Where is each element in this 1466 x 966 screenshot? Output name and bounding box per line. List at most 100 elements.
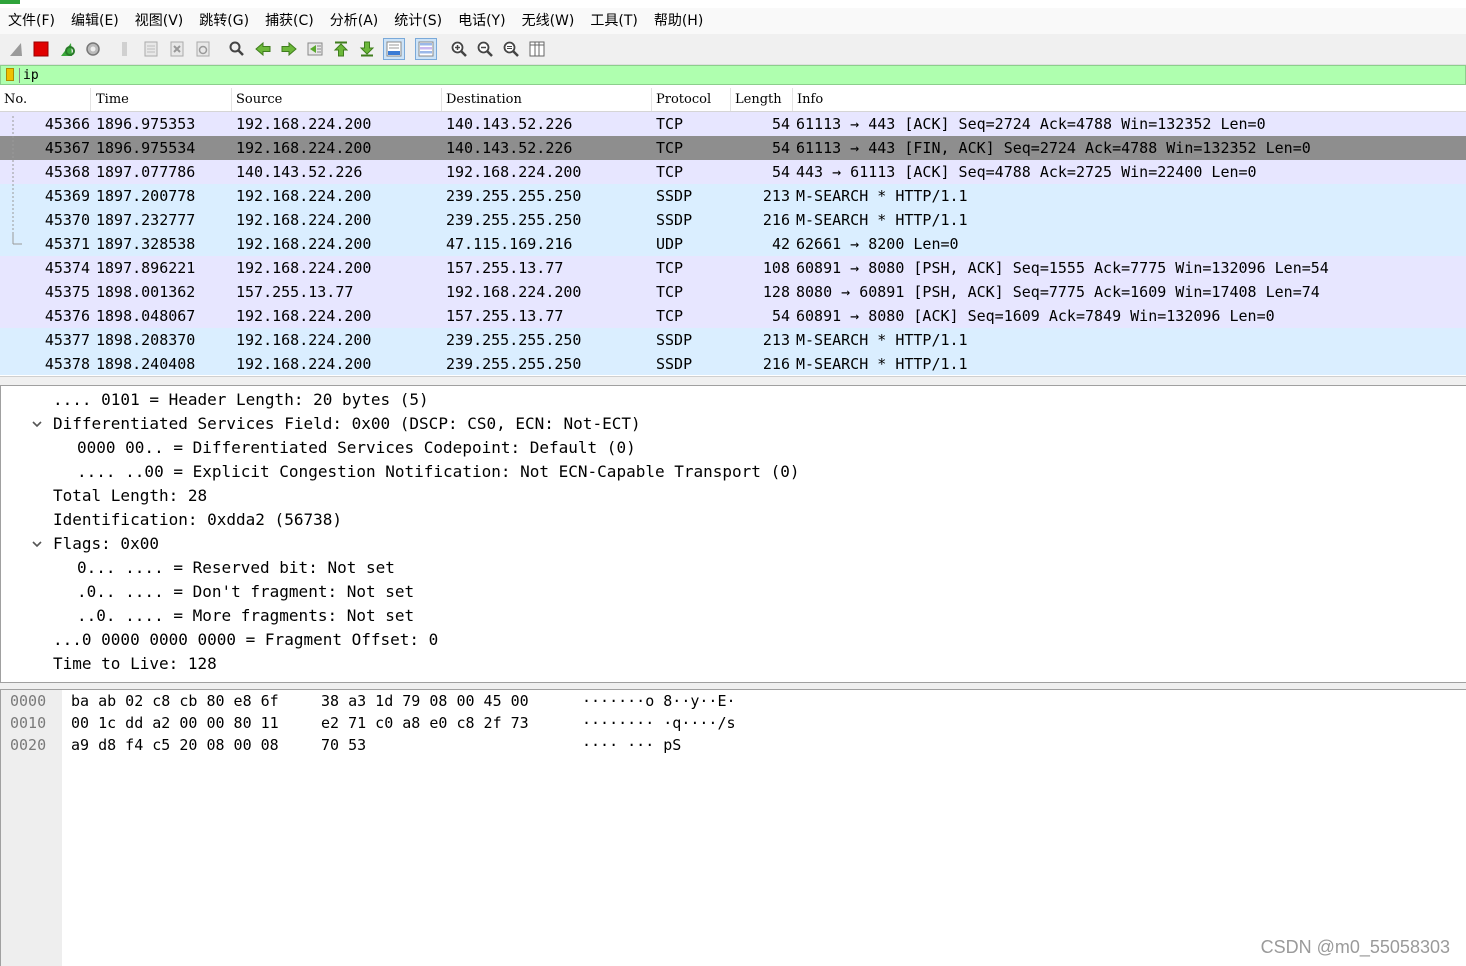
find-packet-icon[interactable] [227,39,247,59]
shark-fin-start-icon[interactable] [6,39,26,59]
column-header-no[interactable]: No. [0,88,91,111]
packet-source: 140.143.52.226 [236,163,363,181]
display-filter-input[interactable] [23,66,1423,84]
packet-time: 1897.328538 [96,235,196,253]
zoom-out-icon[interactable] [475,39,495,59]
menu-item[interactable]: 帮助(H) [646,8,711,34]
detail-tree-item[interactable]: 0000 00.. = Differentiated Services Code… [77,436,636,460]
bookmark-icon[interactable] [6,68,14,81]
close-file-icon[interactable] [167,39,187,59]
autoscroll-icon[interactable] [383,38,405,60]
detail-tree-item[interactable]: .... ..00 = Explicit Congestion Notifica… [77,460,799,484]
column-header-info[interactable]: Info [793,88,1466,111]
detail-tree-item[interactable]: 0... .... = Reserved bit: Not set [77,556,395,580]
column-header-length[interactable]: Length [731,88,793,111]
bytes-offset: 0020 [10,736,47,754]
go-forward-icon[interactable] [279,39,299,59]
packet-details-pane: .... 0101 = Header Length: 20 bytes (5) D… [0,386,1466,682]
packet-bytes-pane: 0000 ba ab 02 c8 cb 80 e8 6f 38 a3 1d 79 0… [0,690,1466,966]
detail-tree-item[interactable]: ..0. .... = More fragments: Not set [77,604,414,628]
bytes-hex[interactable]: 00 1c dd a2 00 00 80 11 [71,712,279,734]
packet-row[interactable]: 45374 1897.896221 192.168.224.200 157.255.1… [0,256,1466,280]
packet-length: 54 [771,139,790,157]
packet-row[interactable]: 45369 1897.200778 192.168.224.200 239.255.2… [0,184,1466,208]
packet-no: 45370 [44,211,90,229]
packet-source: 192.168.224.200 [236,211,372,229]
pane-splitter-top[interactable] [0,376,1466,386]
expand-chevron-icon[interactable] [31,538,43,550]
packet-time: 1898.001362 [96,283,196,301]
packet-row[interactable]: 45366 1896.975353 192.168.224.200 140.143.5… [0,112,1466,136]
bytes-ascii[interactable]: ········ ·q····/s [582,712,736,734]
column-header-time[interactable]: Time [92,88,232,111]
go-to-packet-icon[interactable] [305,39,325,59]
first-packet-icon[interactable] [331,39,351,59]
colorize-icon[interactable] [415,38,437,60]
zoom-in-icon[interactable] [449,39,469,59]
packet-row[interactable]: 45371 1897.328538 192.168.224.200 47.115.16… [0,232,1466,256]
packet-row[interactable]: 45376 1898.048067 192.168.224.200 157.255.1… [0,304,1466,328]
menu-item[interactable]: 文件(F) [0,8,63,34]
detail-tree-item[interactable]: .0.. .... = Don't fragment: Not set [77,580,414,604]
bytes-hex[interactable]: 70 53 [321,734,366,756]
menu-item[interactable]: 编辑(E) [63,8,127,34]
menu-item[interactable]: 跳转(G) [191,8,257,34]
detail-tree-item[interactable]: Time to Live: 128 [53,652,217,676]
reload-file-icon[interactable] [193,39,213,59]
packet-time: 1896.975534 [96,139,196,157]
packet-info: 61113 → 443 [FIN, ACK] Seq=2724 Ack=4788… [796,139,1311,157]
packet-row[interactable]: 45367 1896.975534 192.168.224.200 140.143.5… [0,136,1466,160]
packet-source: 192.168.224.200 [236,187,372,205]
detail-tree-item[interactable]: Identification: 0xdda2 (56738) [53,508,342,532]
packet-info: 443 → 61113 [ACK] Seq=4788 Ack=2725 Win=… [796,163,1257,181]
packet-protocol: TCP [656,283,684,301]
packet-no: 45368 [44,163,90,181]
packet-no: 45375 [44,283,90,301]
last-packet-icon[interactable] [357,39,377,59]
detail-tree-item[interactable]: Flags: 0x00 [53,532,159,556]
bytes-hex[interactable]: e2 71 c0 a8 e0 c8 2f 73 [321,712,529,734]
pane-splitter-bottom[interactable] [0,682,1466,690]
bytes-hex[interactable]: ba ab 02 c8 cb 80 e8 6f [71,690,279,712]
packet-no: 45377 [44,331,90,349]
capture-options-icon[interactable] [83,39,103,59]
packet-info: M-SEARCH * HTTP/1.1 [796,331,968,349]
menu-item[interactable]: 无线(W) [514,8,583,34]
menu-item[interactable]: 分析(A) [322,8,387,34]
menu-item[interactable]: 捕获(C) [257,8,322,34]
packet-row[interactable]: 45377 1898.208370 192.168.224.200 239.255.2… [0,328,1466,352]
bytes-ascii[interactable]: ·······o 8··y··E· [582,690,736,712]
resize-columns-icon[interactable] [527,39,547,59]
watermark: CSDN @m0_55058303 [1260,937,1450,957]
packet-destination: 140.143.52.226 [446,139,573,157]
packet-destination: 157.255.13.77 [446,307,564,325]
restart-capture-icon[interactable] [57,39,77,59]
bytes-ascii[interactable]: ···· ··· pS [582,734,681,756]
menu-item[interactable]: 电话(Y) [450,8,513,34]
packet-row[interactable]: 45375 1898.001362 157.255.13.77 192.168.224… [0,280,1466,304]
column-header-destination[interactable]: Destination [442,88,652,111]
open-file-icon[interactable] [115,39,135,59]
bytes-hex[interactable]: a9 d8 f4 c5 20 08 00 08 [71,734,279,756]
detail-tree-item[interactable]: ...0 0000 0000 0000 = Fragment Offset: 0 [53,628,438,652]
display-filter-bar [0,65,1466,85]
stop-capture-icon[interactable] [31,39,51,59]
column-header-source[interactable]: Source [232,88,442,111]
packet-row[interactable]: 45368 1897.077786 140.143.52.226 192.168.22… [0,160,1466,184]
menu-item[interactable]: 统计(S) [386,8,450,34]
detail-tree-item[interactable]: .... 0101 = Header Length: 20 bytes (5) [53,388,429,412]
normal-size-icon[interactable] [501,39,521,59]
detail-tree-item[interactable]: Differentiated Services Field: 0x00 (DSC… [53,412,641,436]
packet-info: 61113 → 443 [ACK] Seq=2724 Ack=4788 Win=… [796,115,1266,133]
column-header-protocol[interactable]: Protocol [652,88,731,111]
menu-item[interactable]: 工具(T) [582,8,645,34]
menu-item[interactable]: 视图(V) [127,8,192,34]
go-back-icon[interactable] [253,39,273,59]
save-file-icon[interactable] [141,39,161,59]
expand-chevron-icon[interactable] [31,418,43,430]
packet-row[interactable]: 45370 1897.232777 192.168.224.200 239.255.2… [0,208,1466,232]
detail-tree-item[interactable]: Total Length: 28 [53,484,207,508]
bytes-hex[interactable]: 38 a3 1d 79 08 00 45 00 [321,690,529,712]
packet-length: 54 [771,163,790,181]
packet-row[interactable]: 45378 1898.240408 192.168.224.200 239.255.2… [0,352,1466,375]
